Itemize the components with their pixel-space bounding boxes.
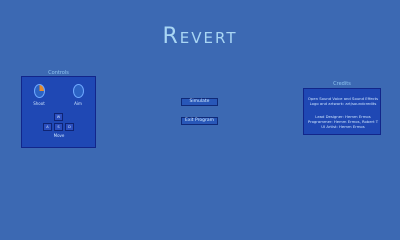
key-a: A (43, 123, 52, 131)
credits-line-2: Logo and artwork: art/soundcredits (309, 101, 377, 106)
game-title: Revert (162, 24, 238, 49)
key-d: D (65, 123, 74, 131)
key-s: S (54, 123, 63, 131)
credits-line-6: UI Artist: Hemm Ermos (321, 124, 365, 129)
aim-mouse-icon (73, 84, 84, 98)
move-label: Move (53, 133, 65, 138)
shoot-label: Shoot (33, 101, 45, 106)
controls-panel: Shoot Aim W A S D Move (21, 76, 96, 148)
key-w: W (54, 113, 63, 121)
shoot-mouse-icon (34, 84, 45, 98)
exit-program-button[interactable]: Exit Program (181, 117, 218, 125)
simulate-button[interactable]: Simulate (181, 98, 218, 106)
credits-caption: Credits (333, 81, 351, 87)
credits-panel: Open Sound Voice and Sound Effects Logo … (303, 88, 381, 135)
aim-label: Aim (74, 101, 82, 106)
